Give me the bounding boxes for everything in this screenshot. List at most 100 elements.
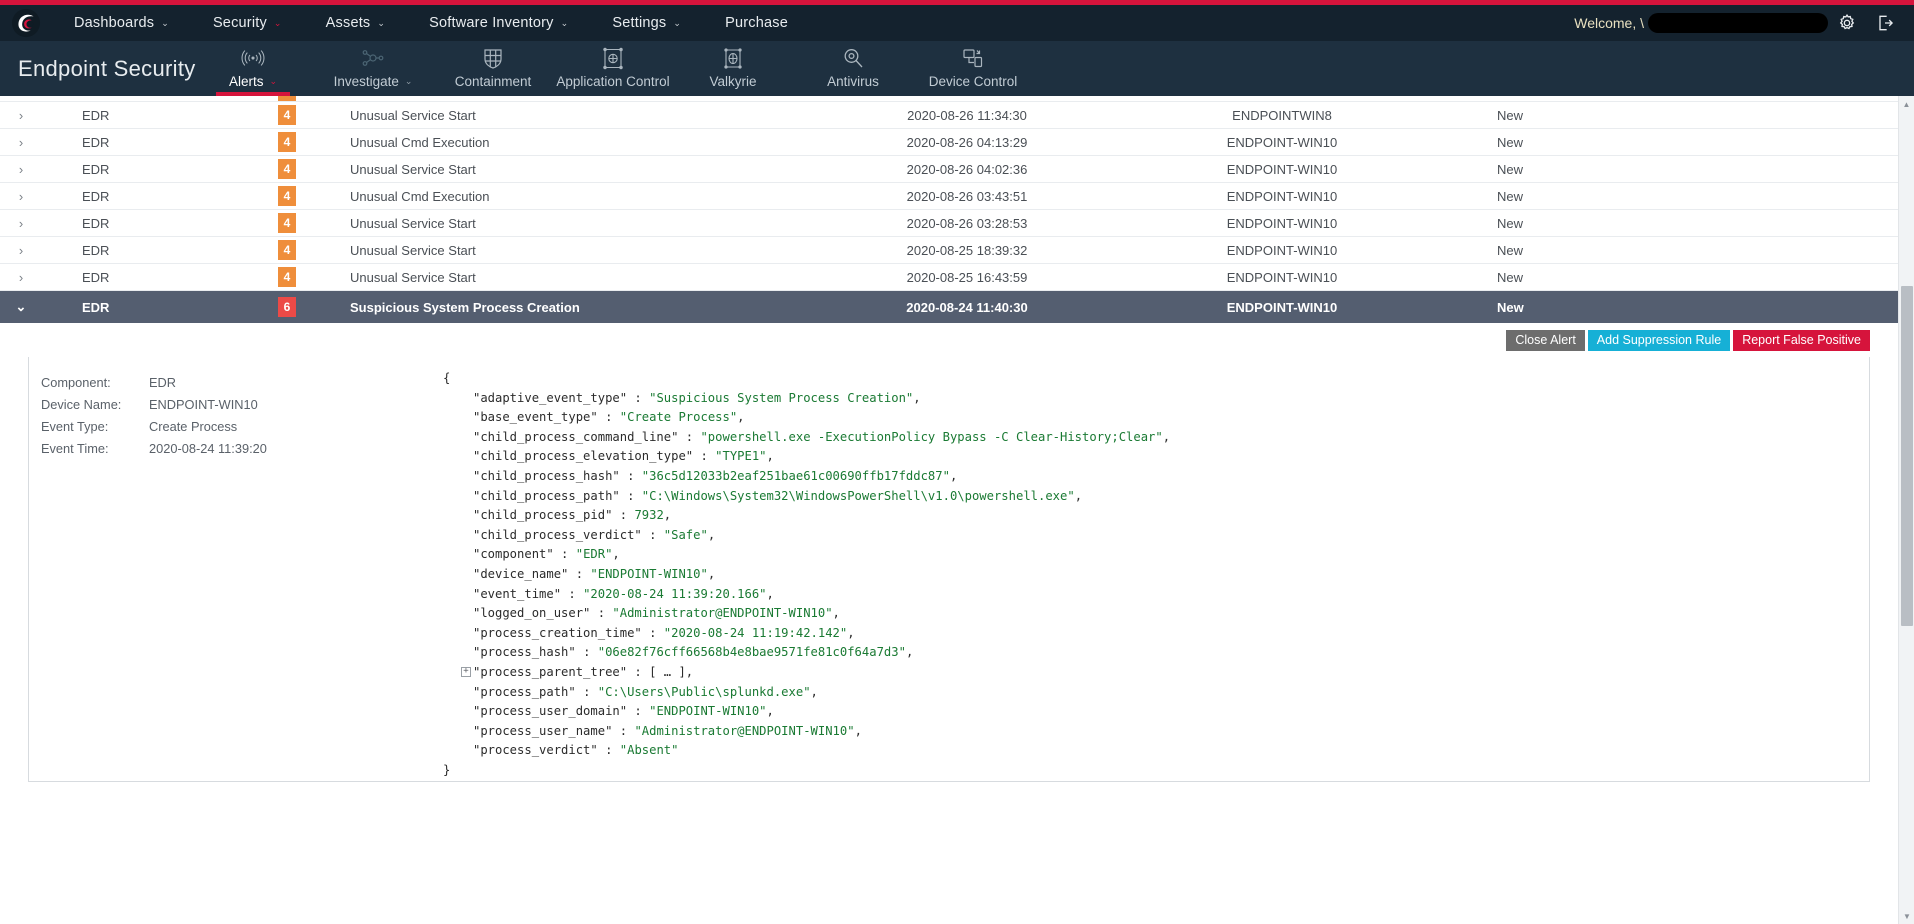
json-key: "process_hash" bbox=[473, 645, 576, 660]
severity-badge: 4 bbox=[278, 132, 296, 152]
json-value: "EDR" bbox=[575, 547, 613, 562]
app-control-icon bbox=[602, 45, 624, 71]
subnav-item-alerts[interactable]: Alerts ⌄ bbox=[193, 41, 313, 96]
table-row-selected[interactable]: ⌄ EDR 6 Suspicious System Process Creati… bbox=[0, 291, 1898, 323]
nav-label: Dashboards bbox=[74, 15, 155, 31]
json-field-device-name: "device_name" : "ENDPOINT-WIN10" , bbox=[429, 565, 1869, 585]
table-row[interactable]: › EDR 4 Unusual Service Start 2020-08-26… bbox=[0, 102, 1898, 129]
expand-row-icon[interactable]: › bbox=[0, 243, 42, 258]
json-sep: : bbox=[597, 743, 620, 758]
scrollbar-thumb[interactable] bbox=[1901, 286, 1913, 626]
expand-row-icon[interactable]: › bbox=[0, 270, 42, 285]
scroll-up-arrow-icon[interactable]: ▲ bbox=[1899, 96, 1914, 112]
scroll-down-arrow-icon[interactable]: ▼ bbox=[1899, 908, 1914, 924]
cell-status: New bbox=[1497, 269, 1524, 285]
meta-value: Create Process bbox=[149, 418, 238, 434]
table-row[interactable]: › EDR 4 Unusual Service Start 2020-08-26… bbox=[0, 210, 1898, 237]
logout-icon[interactable] bbox=[1866, 5, 1904, 41]
report-false-positive-button[interactable]: Report False Positive bbox=[1733, 329, 1870, 351]
nav-item-assets[interactable]: Assets ⌄ bbox=[304, 5, 407, 41]
cell-alert-name: Unusual Cmd Execution bbox=[350, 134, 490, 150]
json-sep: : bbox=[627, 664, 650, 679]
nav-label: Settings bbox=[612, 15, 667, 31]
json-sep: : bbox=[619, 488, 642, 503]
cell-severity: 4 bbox=[242, 186, 332, 206]
json-field-event-time: "event_time" : "2020-08-24 11:39:20.166"… bbox=[429, 585, 1869, 605]
cell-component: EDR bbox=[82, 242, 110, 258]
subnav-item-valkyrie[interactable]: Valkyrie bbox=[673, 41, 793, 96]
cell-severity: 4 bbox=[242, 132, 332, 152]
json-comma: , bbox=[766, 704, 774, 719]
json-value: "powershell.exe -ExecutionPolicy Bypass … bbox=[700, 429, 1163, 444]
subnav-item-antivirus[interactable]: Antivirus bbox=[793, 41, 913, 96]
comodo-logo-icon[interactable] bbox=[0, 5, 52, 41]
json-field-process-verdict: "process_verdict" : "Absent" bbox=[429, 741, 1869, 761]
json-field-process-hash: "process_hash" : "06e82f76cff66568b4e8ba… bbox=[429, 643, 1869, 663]
table-row[interactable]: › EDR 4 Unusual Service Start 2020-08-25… bbox=[0, 237, 1898, 264]
shield-grid-icon bbox=[482, 45, 504, 71]
nav-item-purchase[interactable]: Purchase bbox=[703, 5, 810, 41]
expand-row-icon[interactable]: › bbox=[0, 162, 42, 177]
json-comma: , bbox=[847, 625, 855, 640]
page-scrollbar[interactable]: ▲ ▼ bbox=[1898, 96, 1914, 924]
table-row[interactable]: › EDR 4 Unusual Service Start 2020-08-25… bbox=[0, 264, 1898, 291]
nav-item-dashboards[interactable]: Dashboards ⌄ bbox=[52, 5, 191, 41]
close-alert-button[interactable]: Close Alert bbox=[1506, 329, 1585, 351]
severity-badge: 4 bbox=[278, 105, 296, 125]
collapse-row-icon[interactable]: ⌄ bbox=[0, 299, 42, 315]
expand-row-icon[interactable]: › bbox=[0, 135, 42, 150]
json-sep: : bbox=[619, 468, 642, 483]
gear-icon[interactable] bbox=[1828, 5, 1866, 41]
table-row[interactable]: › EDR 4 Unusual Cmd Execution 2020-08-26… bbox=[0, 129, 1898, 156]
subnav-item-application-control[interactable]: Application Control bbox=[553, 41, 673, 96]
subnav-text: Valkyrie bbox=[709, 74, 757, 89]
json-sep: : bbox=[597, 410, 620, 425]
expand-row-icon[interactable]: › bbox=[0, 108, 42, 123]
json-sep: : bbox=[590, 606, 613, 621]
json-field-child-process-command-line: "child_process_command_line" : "powershe… bbox=[429, 428, 1869, 448]
json-comma: , bbox=[913, 390, 921, 405]
cell-component: EDR bbox=[82, 269, 110, 285]
nav-item-software-inventory[interactable]: Software Inventory ⌄ bbox=[407, 5, 590, 41]
expand-row-icon[interactable]: › bbox=[0, 216, 42, 231]
subnav-item-containment[interactable]: Containment bbox=[433, 41, 553, 96]
json-close-brace: } bbox=[443, 762, 451, 777]
json-sep: : bbox=[553, 547, 576, 562]
nav-item-settings[interactable]: Settings ⌄ bbox=[590, 5, 703, 41]
json-key: "logged_on_user" bbox=[473, 606, 591, 621]
page-title: Endpoint Security bbox=[18, 55, 196, 81]
json-sep: : bbox=[575, 684, 598, 699]
json-value: "Absent" bbox=[619, 743, 679, 758]
json-sep: : bbox=[612, 508, 635, 523]
expand-node-icon[interactable]: + bbox=[461, 666, 471, 677]
subnav-label: Investigate ⌄ bbox=[334, 74, 413, 89]
json-key: "child_process_path" bbox=[473, 488, 620, 503]
json-value: "Suspicious System Process Creation" bbox=[649, 390, 914, 405]
json-comma: , bbox=[737, 410, 745, 425]
cell-time: 2020-08-26 03:43:51 bbox=[906, 188, 1028, 204]
json-brace-close: } bbox=[429, 761, 1869, 781]
add-suppression-rule-button[interactable]: Add Suppression Rule bbox=[1587, 329, 1731, 351]
expand-row-icon[interactable]: › bbox=[0, 189, 42, 204]
subnav-item-investigate[interactable]: Investigate ⌄ bbox=[313, 41, 433, 96]
subnav-text: Investigate bbox=[333, 74, 399, 89]
cell-severity: 4 bbox=[242, 267, 332, 287]
json-value: "C:\Users\Public\splunkd.exe" bbox=[597, 684, 811, 699]
json-field-process-parent-tree: + "process_parent_tree" : [ … ] , bbox=[429, 663, 1869, 683]
cell-device: ENDPOINT-WIN10 bbox=[1226, 134, 1338, 150]
nav-item-security[interactable]: Security ⌄ bbox=[191, 5, 304, 41]
cell-device: ENDPOINT-WIN10 bbox=[1226, 242, 1338, 258]
json-key: "event_time" bbox=[473, 586, 562, 601]
subnav-item-device-control[interactable]: Device Control bbox=[913, 41, 1033, 96]
json-field-adaptive-event-type: "adaptive_event_type" : "Suspicious Syst… bbox=[429, 389, 1869, 409]
meta-key: Component: bbox=[41, 374, 111, 390]
redacted-username bbox=[1648, 13, 1828, 33]
cell-alert-name: Unusual Service Start bbox=[350, 161, 476, 177]
json-open-brace: { bbox=[443, 371, 451, 385]
table-row[interactable]: › EDR 4 Unusual Service Start 2020-08-26… bbox=[0, 156, 1898, 183]
table-row[interactable]: › EDR 4 Unusual Cmd Execution 2020-08-26… bbox=[0, 183, 1898, 210]
json-key: "process_user_name" bbox=[473, 723, 613, 738]
meta-row-event-time: Event Time: 2020-08-24 11:39:20 bbox=[41, 437, 429, 459]
device-control-icon bbox=[961, 45, 985, 71]
cell-time: 2020-08-24 11:40:30 bbox=[906, 299, 1028, 315]
